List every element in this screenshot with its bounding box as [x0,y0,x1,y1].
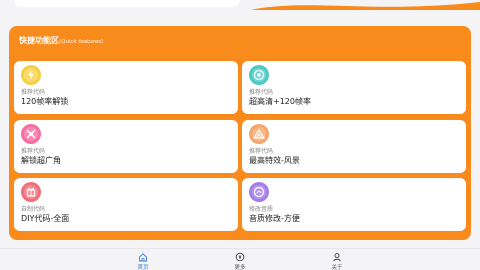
home-icon [139,253,147,262]
nav-item-more[interactable]: 更多 [220,252,260,270]
card-title: 超高清+120帧率 [249,97,311,106]
card-tag: 修改音质 [249,206,274,213]
compass-icon [235,252,245,262]
feature-card-max-effects[interactable]: 推荐代码 最高特效-风景 [242,120,466,173]
card-tag: 自制代码 [21,206,46,213]
top-header-remnant [0,0,480,10]
nav-label-more: 更多 [234,265,246,270]
feature-card-wide-angle[interactable]: 推荐代码 解锁超广角 [14,120,238,173]
sound-icon [249,182,269,202]
card-tag: 推荐代码 [21,148,46,155]
nav-label-about: 关于 [331,265,343,270]
feature-card-sound-quality[interactable]: 修改音质 音质修改-方便 [242,178,466,231]
top-card-edge [14,0,240,7]
wide-angle-icon [21,124,41,144]
card-tag: 推荐代码 [249,89,274,96]
feature-card-120fps[interactable]: 推荐代码 120帧率解锁 [14,61,238,114]
quick-features-panel: 快捷功能区(Quick features) 推荐代码 120帧率解锁 推荐代码 … [9,26,471,240]
top-wave-decoration [250,2,480,10]
nav-item-about[interactable]: 关于 [317,252,357,270]
bottom-navigation: 首页 更多 关于 [0,248,480,270]
feature-card-uhd-120fps[interactable]: 推荐代码 超高清+120帧率 [242,61,466,114]
card-title: DIY代码-全面 [21,214,70,223]
landscape-icon [249,124,269,144]
bolt-icon [21,65,41,85]
nav-item-home[interactable]: 首页 [123,252,163,270]
card-title: 最高特效-风景 [249,156,300,165]
feature-card-diy-code[interactable]: 自制代码 DIY代码-全面 [14,178,238,231]
card-title: 120帧率解锁 [21,97,69,106]
card-title: 解锁超广角 [21,156,61,165]
panel-subtitle: (Quick features) [59,39,104,45]
gift-icon [21,182,41,202]
target-icon [249,65,269,85]
nav-label-home: 首页 [137,265,149,270]
panel-title-text: 快捷功能区 [19,36,59,45]
card-tag: 推荐代码 [21,89,46,96]
card-tag: 推荐代码 [249,148,274,155]
person-icon [333,253,341,262]
panel-title: 快捷功能区(Quick features) [19,35,103,46]
card-title: 音质修改-方便 [249,214,300,223]
